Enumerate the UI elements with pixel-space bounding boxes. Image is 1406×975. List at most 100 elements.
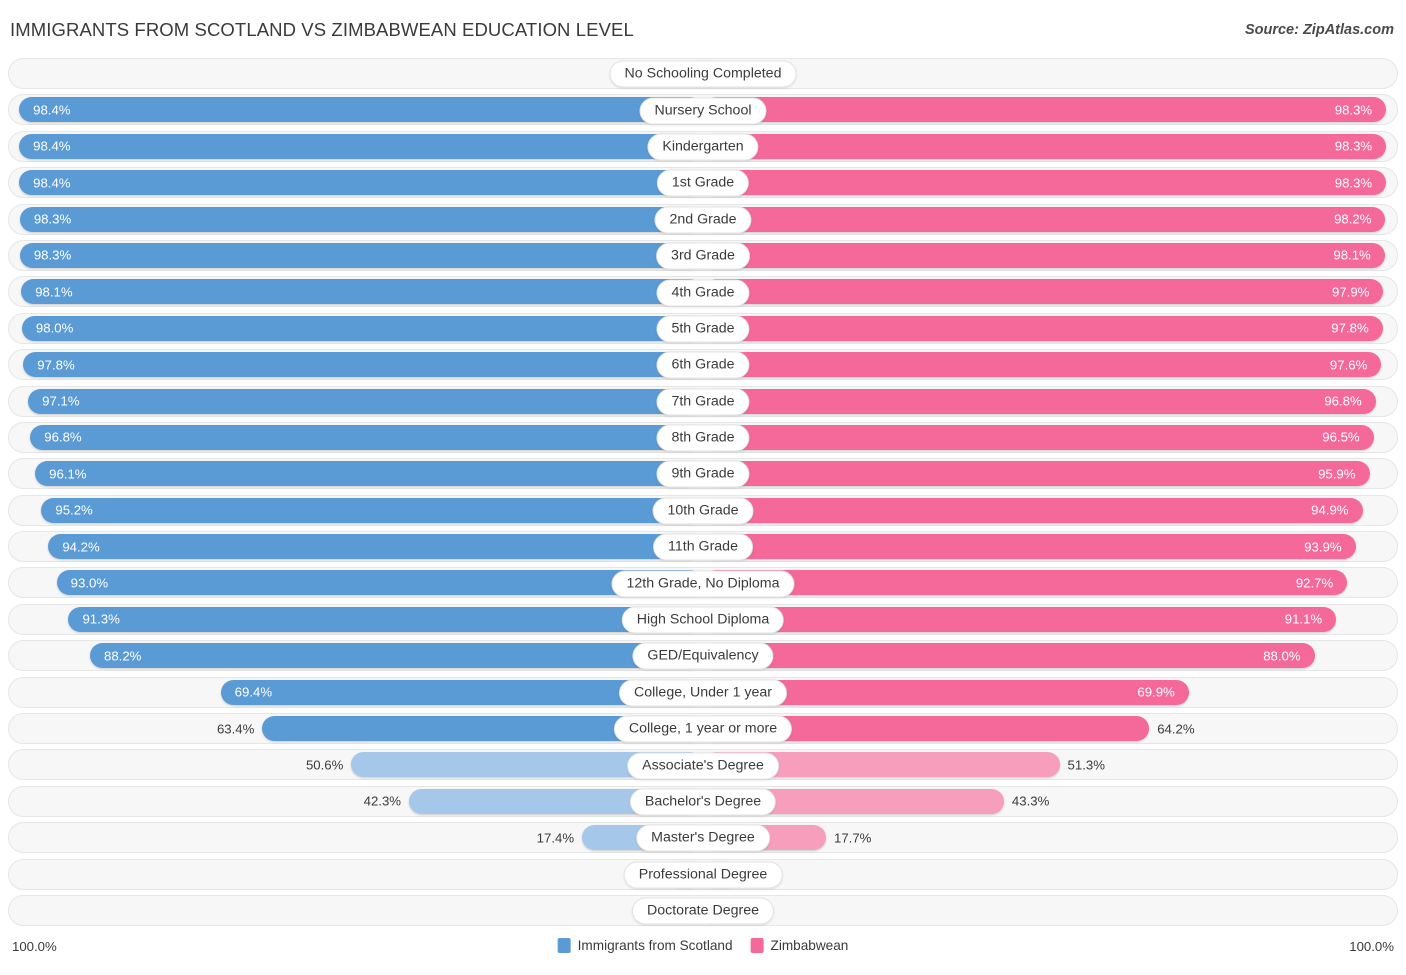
left-series-half: 2.2% <box>8 895 703 926</box>
bar-zimbabwean: 97.8% <box>703 315 1383 341</box>
table-row: 69.4% 69.9% College, Under 1 year <box>8 675 1398 711</box>
bar-value-label: 98.1% <box>1333 247 1371 263</box>
left-series-half: 69.4% <box>8 677 703 708</box>
category-label: 8th Grade <box>656 424 750 452</box>
right-series-half: 97.9% <box>703 276 1398 307</box>
bar-value-label: 98.4% <box>33 138 71 154</box>
category-label: 12th Grade, No Diploma <box>611 570 795 598</box>
table-row: 97.8% 97.6% 6th Grade <box>8 347 1398 383</box>
right-series-half: 98.3% <box>703 131 1398 162</box>
bar-immigrants-from-scotland: 93.0% <box>56 570 703 596</box>
bar-immigrants-from-scotland: 98.4% <box>19 133 703 159</box>
right-series-half: 5.2% <box>703 859 1398 890</box>
left-series-half: 88.2% <box>8 640 703 671</box>
right-series-half: 98.1% <box>703 240 1398 271</box>
bar-zimbabwean: 98.3% <box>703 133 1387 159</box>
left-series-half: 1.6% <box>8 58 703 89</box>
table-row: 17.4% 17.7% Master's Degree <box>8 820 1398 856</box>
table-row: 97.1% 96.8% 7th Grade <box>8 384 1398 420</box>
bar-zimbabwean: 96.8% <box>703 388 1376 414</box>
bar-immigrants-from-scotland: 94.2% <box>48 534 703 560</box>
table-row: 91.3% 91.1% High School Diploma <box>8 602 1398 638</box>
table-row: 93.0% 92.7% 12th Grade, No Diploma <box>8 565 1398 601</box>
bar-value-label: 98.1% <box>35 284 73 300</box>
bar-value-label: 98.3% <box>1334 175 1373 191</box>
bar-value-label: 98.3% <box>33 211 72 227</box>
bar-value-label: 98.2% <box>1334 211 1372 227</box>
bar-value-label: 97.1% <box>42 393 80 409</box>
category-label: 5th Grade <box>656 315 750 343</box>
table-row: 88.2% 88.0% GED/Equivalency <box>8 638 1398 674</box>
bar-value-label: 88.2% <box>104 648 142 664</box>
right-series-half: 88.0% <box>703 640 1398 671</box>
bar-value-label: 97.9% <box>1331 284 1370 300</box>
bar-immigrants-from-scotland: 97.8% <box>23 352 703 378</box>
bar-value-label: 64.2% <box>1157 721 1195 737</box>
bar-value-label: 94.2% <box>62 539 100 555</box>
left-series-half: 97.1% <box>8 386 703 417</box>
table-row: 5.3%5.2%Professional Degree <box>8 857 1398 893</box>
axis-label-right: 100.0% <box>1349 939 1394 955</box>
bar-zimbabwean: 97.9% <box>703 279 1384 305</box>
category-label: 3rd Grade <box>656 242 750 270</box>
bar-value-label: 96.8% <box>1324 393 1362 409</box>
bar-value-label: 96.5% <box>1322 429 1360 445</box>
bar-zimbabwean: 94.9% <box>703 497 1363 523</box>
bar-immigrants-from-scotland: 96.1% <box>35 461 703 487</box>
bar-zimbabwean: 98.1% <box>703 242 1385 268</box>
left-series-half: 98.3% <box>8 204 703 235</box>
bar-value-label: 95.2% <box>55 502 93 518</box>
category-label: Kindergarten <box>647 133 759 161</box>
bar-zimbabwean: 93.9% <box>703 534 1356 560</box>
right-series-half: 94.9% <box>703 495 1398 526</box>
bar-value-label: 69.9% <box>1137 684 1175 700</box>
table-row: 42.3% 43.3% Bachelor's Degree <box>8 784 1398 820</box>
chart-legend: Immigrants from Scotland Zimbabwean <box>557 938 849 954</box>
right-series-half: 98.3% <box>703 167 1398 198</box>
bar-value-label: 98.0% <box>35 320 74 336</box>
bar-immigrants-from-scotland: 96.8% <box>30 424 703 450</box>
chart-header: IMMIGRANTS FROM SCOTLAND VS ZIMBABWEAN E… <box>0 0 1406 56</box>
right-series-half: 51.3% <box>703 749 1398 780</box>
category-label: College, Under 1 year <box>618 679 788 707</box>
left-series-half: 5.3% <box>8 859 703 890</box>
legend-item[interactable]: Zimbabwean <box>750 938 849 954</box>
bar-value-label: 93.9% <box>1304 539 1342 555</box>
left-series-half: 98.4% <box>8 167 703 198</box>
table-row: 98.4% 98.3% Nursery School <box>8 92 1398 128</box>
bar-rows-container: 1.6%1.7%No Schooling Completed 98.4% 98.3%… <box>0 56 1406 929</box>
left-series-half: 97.8% <box>8 349 703 380</box>
left-series-half: 95.2% <box>8 495 703 526</box>
bar-value-label: 98.4% <box>33 102 71 118</box>
bar-value-label: 88.0% <box>1263 648 1301 664</box>
bar-value-label: 63.4% <box>216 721 255 737</box>
left-series-half: 98.1% <box>8 276 703 307</box>
bar-value-label: 94.9% <box>1311 502 1349 518</box>
category-label: College, 1 year or more <box>613 715 793 743</box>
legend-label: Immigrants from Scotland <box>577 938 733 954</box>
left-series-half: 98.0% <box>8 313 703 344</box>
right-series-half: 2.3% <box>703 895 1398 926</box>
table-row: 1.6%1.7%No Schooling Completed <box>8 56 1398 92</box>
right-series-half: 93.9% <box>703 531 1398 562</box>
bar-value-label: 98.4% <box>33 175 71 191</box>
bar-value-label: 98.3% <box>33 247 72 263</box>
category-label: No Schooling Completed <box>609 60 797 88</box>
legend-swatch-icon <box>557 938 571 954</box>
table-row: 63.4% 64.2% College, 1 year or more <box>8 711 1398 747</box>
table-row: 98.1% 97.9% 4th Grade <box>8 274 1398 310</box>
bar-immigrants-from-scotland: 98.4% <box>19 97 703 123</box>
right-series-half: 1.7% <box>703 58 1398 89</box>
table-row: 96.1% 95.9% 9th Grade <box>8 456 1398 492</box>
chart-footer: 100.0% Immigrants from Scotland Zimbabwea… <box>0 931 1406 965</box>
bar-zimbabwean: 98.3% <box>703 97 1387 123</box>
legend-label: Zimbabwean <box>770 938 849 954</box>
bar-immigrants-from-scotland: 98.1% <box>21 279 703 305</box>
table-row: 98.4% 98.3% 1st Grade <box>8 165 1398 201</box>
bar-value-label: 97.8% <box>37 357 75 373</box>
legend-item[interactable]: Immigrants from Scotland <box>557 938 733 954</box>
bar-value-label: 42.3% <box>363 793 402 809</box>
category-label: Nursery School <box>639 97 767 125</box>
bar-zimbabwean: 88.0% <box>703 643 1315 669</box>
bar-value-label: 69.4% <box>234 684 273 700</box>
